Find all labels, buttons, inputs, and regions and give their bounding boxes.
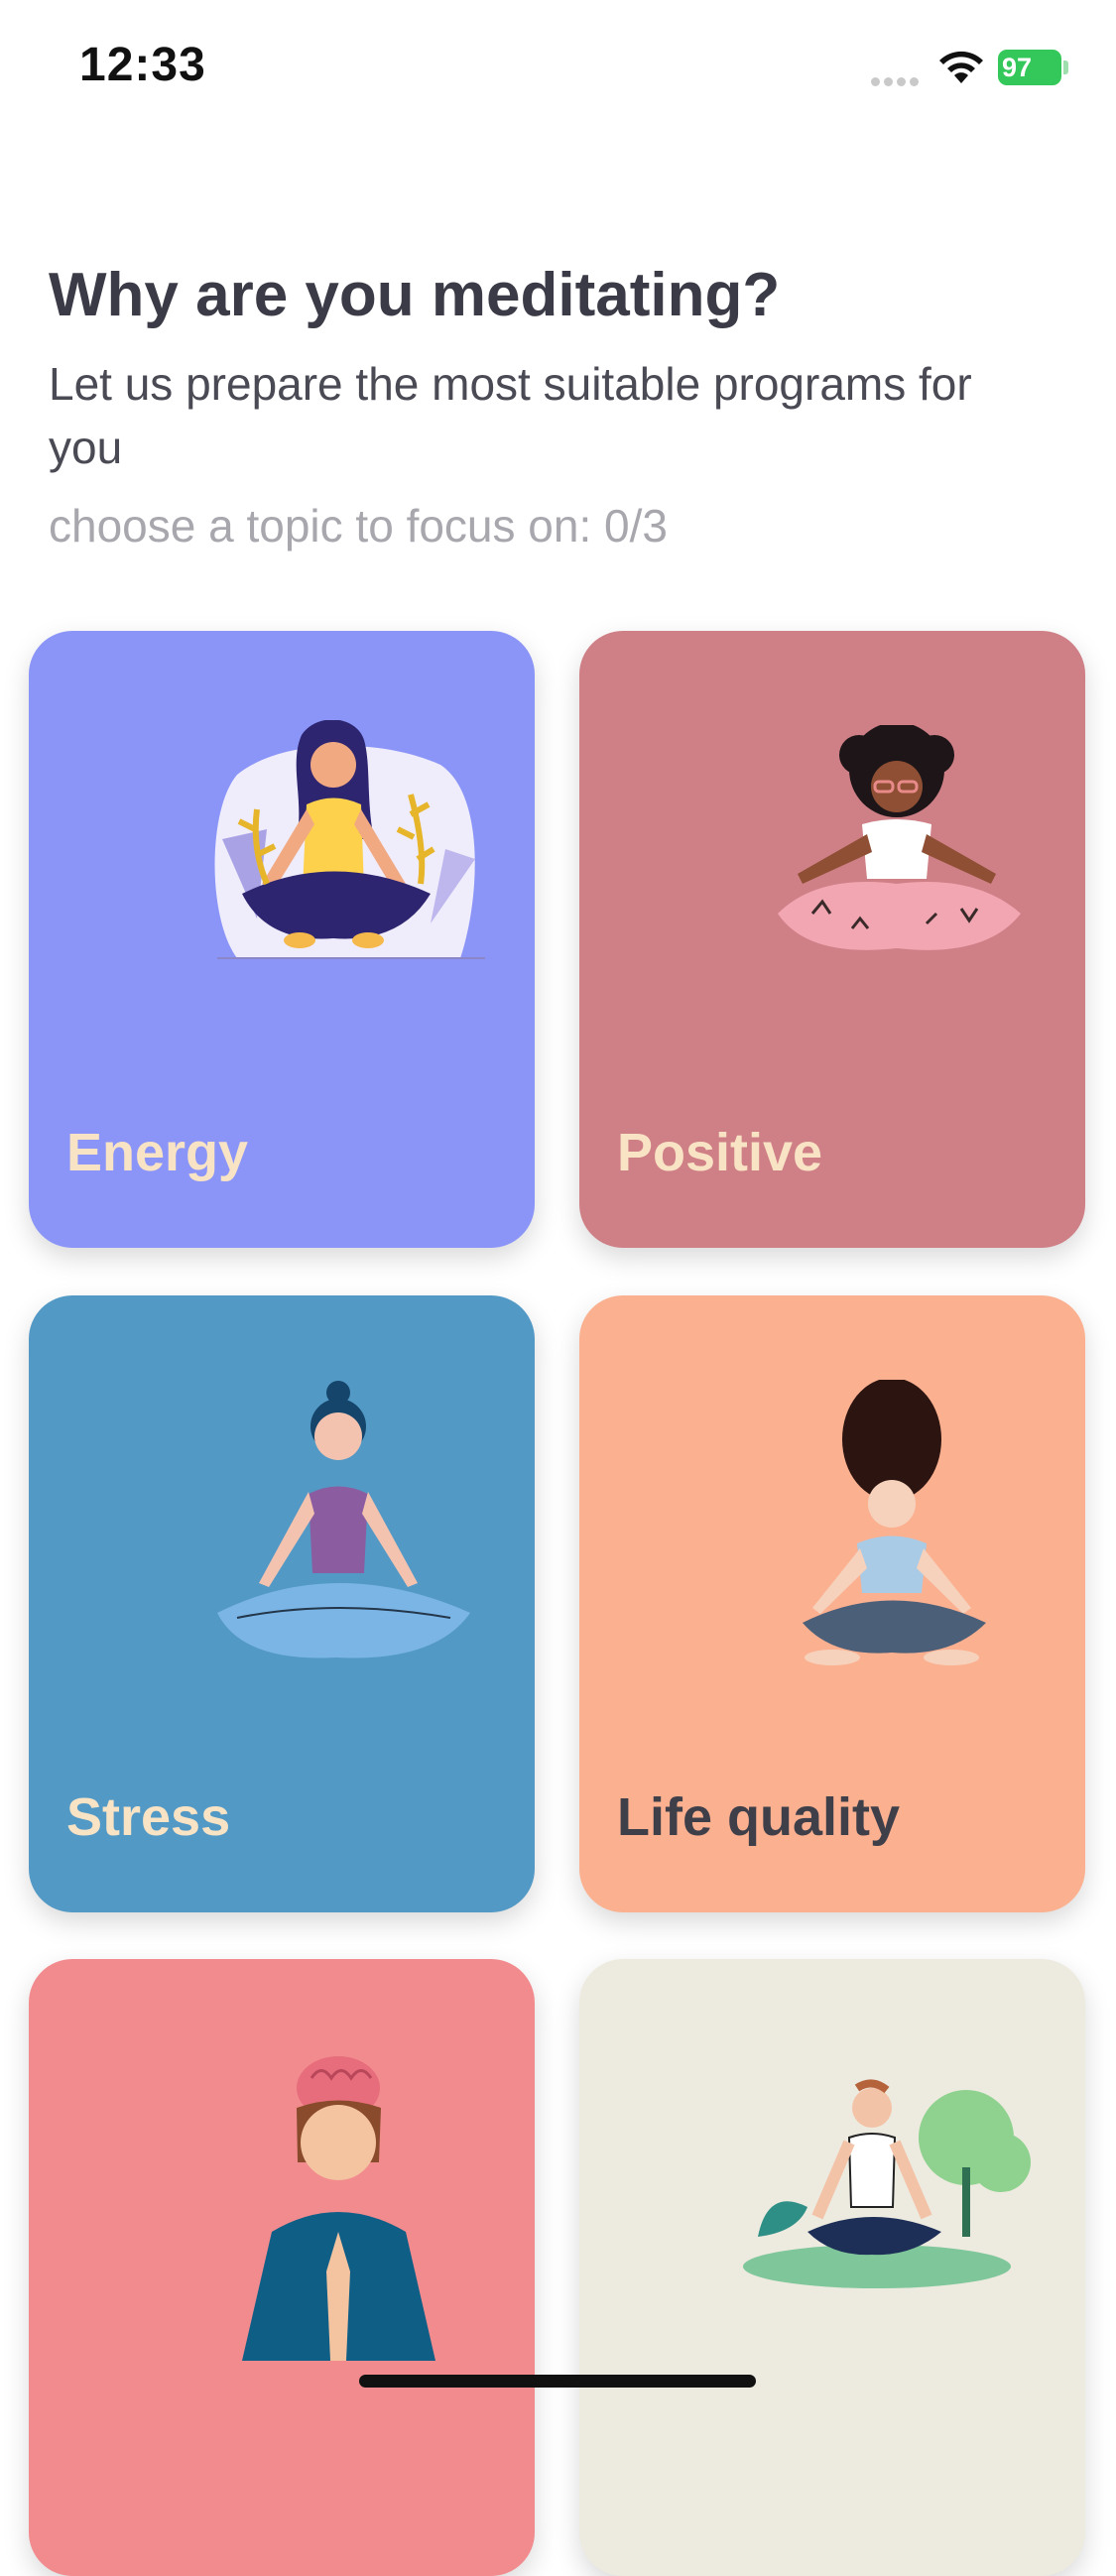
cellular-signal-icon: [871, 73, 923, 91]
battery-icon: 97: [998, 50, 1068, 85]
battery-level: 97: [1002, 53, 1033, 82]
wifi-icon: [939, 51, 983, 83]
topic-label: Energy: [66, 1123, 249, 1182]
page-subtitle: Let us prepare the most suitable program…: [49, 358, 972, 473]
page-title: Why are you meditating?: [49, 261, 781, 329]
status-time: 12:33: [79, 39, 206, 91]
meditating-woman-illustration: [803, 1380, 986, 1665]
meditating-woman-illustration: [214, 720, 485, 959]
meditating-woman-illustration: [217, 1381, 470, 1658]
topic-card-energy[interactable]: Energy: [29, 631, 535, 1248]
topic-card-positive[interactable]: Positive: [579, 631, 1085, 1248]
topic-card-life-quality[interactable]: Life quality: [579, 1295, 1085, 1912]
topic-label: Stress: [66, 1787, 231, 1847]
meditating-man-tree-illustration: [743, 2079, 1031, 2288]
selection-counter: choose a topic to focus on: 0/3: [49, 500, 668, 552]
topic-card-6[interactable]: [579, 1959, 1085, 2576]
meditating-man-brain-illustration: [242, 2056, 435, 2361]
topic-label: Life quality: [617, 1787, 901, 1847]
topic-label: Positive: [617, 1123, 823, 1182]
topic-card-stress[interactable]: Stress: [29, 1295, 535, 1912]
topic-card-5[interactable]: [29, 1959, 535, 2576]
status-bar: 12:33 97: [0, 0, 1116, 139]
meditating-woman-illustration: [778, 725, 1021, 950]
home-indicator[interactable]: [359, 2375, 756, 2388]
